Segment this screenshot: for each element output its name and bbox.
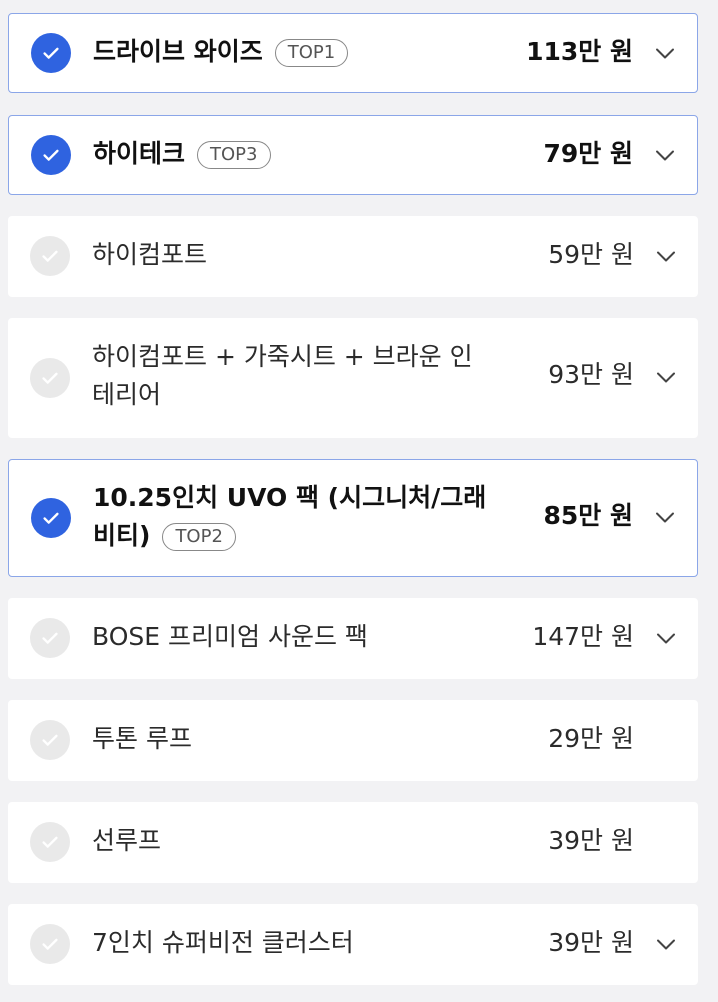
option-price: 113만 원 — [526, 37, 633, 66]
option-name: 하이컴포트 + 가죽시트 + 브라운 인테리어 — [92, 342, 473, 409]
check-icon — [42, 250, 58, 262]
expand-button[interactable] — [654, 365, 678, 389]
check-icon — [43, 149, 59, 161]
checkbox[interactable] — [30, 358, 70, 398]
option-price: 79만 원 — [543, 139, 634, 168]
option-price: 147만 원 — [532, 622, 634, 651]
expand-button[interactable] — [654, 626, 678, 650]
expand-button[interactable] — [653, 41, 677, 65]
checkbox[interactable] — [30, 618, 70, 658]
chevron-down-icon — [657, 633, 675, 644]
expand-button[interactable] — [653, 143, 677, 167]
option-label: 하이컴포트 + 가죽시트 + 브라운 인테리어 — [92, 338, 492, 414]
option-name: 10.25인치 UVO 팩 (시그니처/그래비티) — [93, 483, 487, 550]
option-price: 29만 원 — [548, 724, 634, 753]
checkbox[interactable] — [31, 498, 71, 538]
option-label: 7인치 슈퍼비전 클러스터 — [92, 924, 492, 962]
option-item-two-tone-roof[interactable]: 투톤 루프 29만 원 — [8, 700, 698, 781]
option-price: 39만 원 — [548, 928, 634, 957]
option-price: 93만 원 — [548, 360, 634, 389]
option-label: 하이컴포트 — [92, 236, 492, 274]
option-item-bose-pack[interactable]: BOSE 프리미엄 사운드 팩 147만 원 — [8, 598, 698, 679]
check-icon — [42, 632, 58, 644]
option-name: 하이테크 — [93, 139, 186, 168]
top-badge: TOP1 — [274, 39, 349, 67]
checkbox[interactable] — [30, 924, 70, 964]
option-name: BOSE 프리미엄 사운드 팩 — [92, 622, 368, 651]
option-name: 드라이브 와이즈 — [93, 37, 263, 66]
expand-button[interactable] — [654, 932, 678, 956]
option-price: 39만 원 — [548, 826, 634, 855]
option-label: 선루프 — [92, 822, 492, 860]
chevron-down-icon — [656, 48, 674, 59]
check-icon — [42, 836, 58, 848]
option-item-uvo-pack[interactable]: 10.25인치 UVO 팩 (시그니처/그래비티) TOP2 85만 원 — [8, 459, 698, 577]
chevron-down-icon — [657, 251, 675, 262]
option-label: 투톤 루프 — [92, 720, 492, 758]
option-item-supervision-cluster[interactable]: 7인치 슈퍼비전 클러스터 39만 원 — [8, 904, 698, 985]
option-list: 드라이브 와이즈 TOP1 113만 원 하이테크 TOP3 79만 원 하이컴포트… — [0, 0, 718, 1002]
check-icon — [43, 47, 59, 59]
option-label: 하이테크 TOP3 — [93, 135, 493, 173]
option-name: 하이컴포트 — [92, 240, 208, 269]
option-label: BOSE 프리미엄 사운드 팩 — [92, 618, 492, 656]
checkbox[interactable] — [30, 720, 70, 760]
checkbox[interactable] — [31, 135, 71, 175]
option-label: 드라이브 와이즈 TOP1 — [93, 33, 493, 71]
option-item-hicomfort[interactable]: 하이컴포트 59만 원 — [8, 216, 698, 297]
chevron-down-icon — [657, 939, 675, 950]
chevron-down-icon — [656, 512, 674, 523]
option-item-sunroof[interactable]: 선루프 39만 원 — [8, 802, 698, 883]
chevron-down-icon — [656, 150, 674, 161]
option-item-drive-wise[interactable]: 드라이브 와이즈 TOP1 113만 원 — [8, 13, 698, 93]
option-item-hicomfort-leather-brown[interactable]: 하이컴포트 + 가죽시트 + 브라운 인테리어 93만 원 — [8, 318, 698, 438]
option-item-hitech[interactable]: 하이테크 TOP3 79만 원 — [8, 115, 698, 195]
option-label: 10.25인치 UVO 팩 (시그니처/그래비티) TOP2 — [93, 479, 493, 555]
top-badge: TOP2 — [162, 523, 236, 551]
option-name: 7인치 슈퍼비전 클러스터 — [92, 928, 354, 957]
option-price: 59만 원 — [548, 240, 634, 269]
check-icon — [42, 734, 58, 746]
check-icon — [43, 512, 59, 524]
expand-button[interactable] — [653, 505, 677, 529]
top-badge: TOP3 — [197, 141, 271, 169]
checkbox[interactable] — [30, 236, 70, 276]
option-name: 선루프 — [92, 826, 162, 855]
checkbox[interactable] — [30, 822, 70, 862]
chevron-down-icon — [657, 372, 675, 383]
check-icon — [42, 938, 58, 950]
check-icon — [42, 372, 58, 384]
checkbox[interactable] — [31, 33, 71, 73]
option-name: 투톤 루프 — [92, 724, 192, 753]
expand-button[interactable] — [654, 244, 678, 268]
option-price: 85만 원 — [543, 501, 634, 530]
